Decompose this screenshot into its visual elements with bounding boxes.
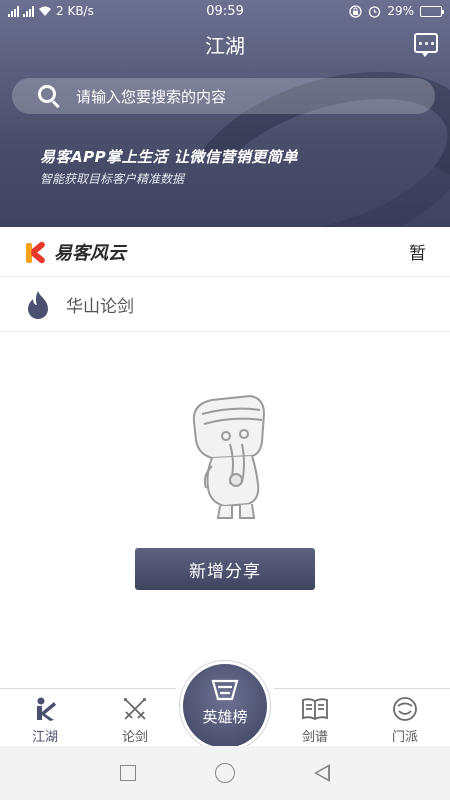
tab-label: 江湖 xyxy=(31,730,58,745)
tab-label: 论剑 xyxy=(121,730,148,745)
search-placeholder: 请输入您要搜索的内容 xyxy=(76,87,227,106)
face-icon xyxy=(391,695,419,723)
add-share-button[interactable]: 新增分享 xyxy=(135,548,315,590)
tab-jianpu[interactable]: 剑谱 xyxy=(270,689,360,746)
k-logo-icon xyxy=(31,695,59,723)
brand-right-text[interactable]: 暂 xyxy=(409,239,426,264)
ink-brush-decoration xyxy=(161,37,450,227)
page-title: 江湖 xyxy=(205,34,245,58)
search-icon xyxy=(38,85,60,109)
back-icon[interactable] xyxy=(314,764,331,782)
alarm-icon xyxy=(369,5,381,18)
ranking-icon xyxy=(211,679,239,701)
wifi-icon xyxy=(39,6,51,16)
k-logo-icon xyxy=(24,239,48,265)
tab-label: 英雄榜 xyxy=(202,708,248,726)
status-bar: 2 KB/s 09:59 29% xyxy=(0,0,450,22)
empty-state-illustration xyxy=(192,394,266,519)
battery-percent: 29% xyxy=(387,4,414,18)
promo-subtitle: 智能获取目标客户精准数据 xyxy=(40,172,185,186)
brand-row: 易客风云 暂 xyxy=(0,227,450,277)
tab-label: 剑谱 xyxy=(301,730,328,745)
system-navigation-bar xyxy=(0,746,450,800)
network-speed: 2 KB/s xyxy=(56,4,94,18)
signal-icon-2 xyxy=(23,5,34,17)
flame-icon xyxy=(28,290,48,319)
home-icon[interactable] xyxy=(214,763,235,783)
promo-title: 易客APP掌上生活 让微信营销更简单 xyxy=(40,148,298,166)
crossed-swords-icon xyxy=(121,695,149,723)
section-header: 华山论剑 xyxy=(0,278,450,332)
section-title: 华山论剑 xyxy=(66,297,134,317)
clock: 09:59 xyxy=(206,3,244,19)
brand-name: 易客风云 xyxy=(54,242,126,264)
center-tab-circle: 英雄榜 xyxy=(180,661,270,751)
tab-label: 门派 xyxy=(391,730,418,745)
brand-logo: 易客风云 xyxy=(24,239,126,265)
header: 2 KB/s 09:59 29% 江湖 请输入您要搜索的内容 易客APP掌上生活… xyxy=(0,0,450,227)
book-icon xyxy=(301,695,329,723)
message-icon[interactable] xyxy=(414,33,438,57)
tab-yingxiongbang[interactable]: 英雄榜 xyxy=(173,654,277,751)
tab-lunjian[interactable]: 论剑 xyxy=(90,689,180,746)
battery-icon xyxy=(420,5,444,17)
signal-icon xyxy=(8,5,19,17)
tab-menpai[interactable]: 门派 xyxy=(360,689,450,746)
recents-icon[interactable] xyxy=(119,765,136,781)
tab-jianghu[interactable]: 江湖 xyxy=(0,689,90,746)
search-input[interactable]: 请输入您要搜索的内容 xyxy=(12,78,435,114)
lock-rotation-icon xyxy=(349,4,362,18)
